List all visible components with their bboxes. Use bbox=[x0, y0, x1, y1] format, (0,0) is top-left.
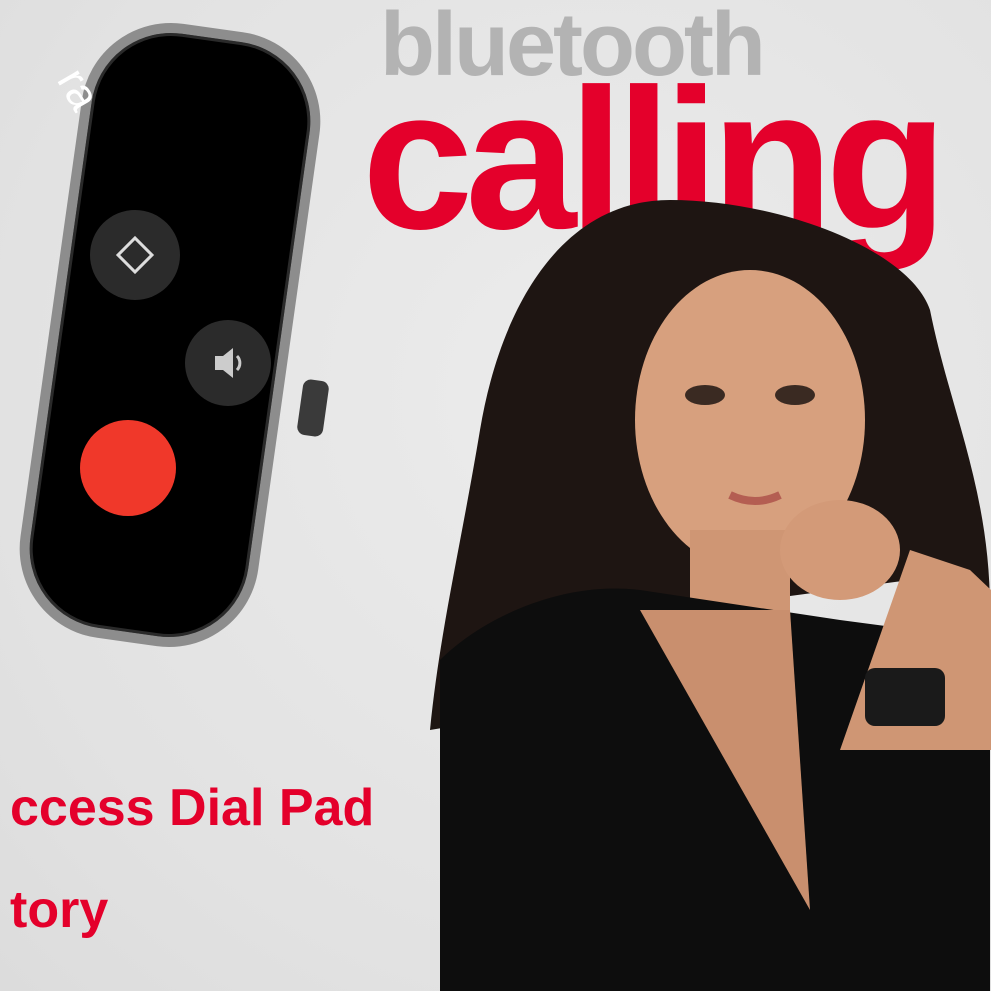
fist bbox=[780, 500, 900, 600]
volume-button bbox=[185, 320, 271, 406]
feature-history: tory bbox=[10, 881, 109, 939]
model-photo bbox=[430, 200, 991, 991]
volume-icon bbox=[215, 348, 242, 378]
right-eye bbox=[775, 385, 815, 405]
wrist-watch bbox=[865, 668, 945, 726]
feature-dial-pad: ccess Dial Pad bbox=[10, 779, 375, 837]
dialpad-icon bbox=[115, 235, 155, 275]
left-eye bbox=[685, 385, 725, 405]
end-call-button bbox=[80, 420, 176, 516]
dialpad-button bbox=[90, 210, 180, 300]
